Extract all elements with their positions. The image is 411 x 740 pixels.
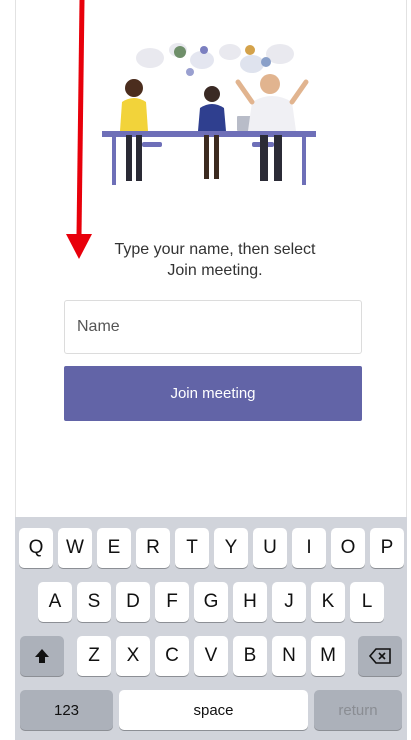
key-s[interactable]: S (77, 582, 111, 622)
key-b[interactable]: B (233, 636, 267, 676)
key-f[interactable]: F (155, 582, 189, 622)
shift-icon (35, 649, 49, 663)
key-t[interactable]: T (175, 528, 209, 568)
backspace-icon (368, 648, 391, 664)
key-l[interactable]: L (350, 582, 384, 622)
key-o[interactable]: O (331, 528, 365, 568)
keyboard-row-1: QWERTYUIOP (15, 528, 407, 572)
key-w[interactable]: W (58, 528, 92, 568)
key-x[interactable]: X (116, 636, 150, 676)
key-k[interactable]: K (311, 582, 345, 622)
join-meeting-button[interactable]: Join meeting (64, 366, 362, 421)
numbers-key[interactable]: 123 (20, 690, 113, 730)
keyboard-row-3: ZXCVBNM (15, 636, 407, 680)
key-u[interactable]: U (253, 528, 287, 568)
key-v[interactable]: V (194, 636, 228, 676)
key-e[interactable]: E (97, 528, 131, 568)
meeting-illustration (102, 43, 316, 185)
key-n[interactable]: N (272, 636, 306, 676)
keyboard-row-2: ASDFGHJKL (15, 582, 407, 626)
key-p[interactable]: P (370, 528, 404, 568)
onscreen-keyboard: QWERTYUIOP ASDFGHJKL ZXCVBNM 123 space r… (15, 517, 407, 740)
key-z[interactable]: Z (77, 636, 111, 676)
keyboard-row-4: 123 space return (15, 690, 407, 734)
instruction-line-1: Type your name, then select (114, 241, 316, 258)
key-r[interactable]: R (136, 528, 170, 568)
key-m[interactable]: M (311, 636, 345, 676)
delete-key[interactable] (358, 636, 402, 676)
key-d[interactable]: D (116, 582, 150, 622)
space-key[interactable]: space (119, 690, 308, 730)
key-h[interactable]: H (233, 582, 267, 622)
key-c[interactable]: C (155, 636, 189, 676)
shift-key[interactable] (20, 636, 64, 676)
key-y[interactable]: Y (214, 528, 248, 568)
key-i[interactable]: I (292, 528, 326, 568)
key-a[interactable]: A (38, 582, 72, 622)
return-key[interactable]: return (314, 690, 402, 730)
key-q[interactable]: Q (19, 528, 53, 568)
name-input[interactable] (64, 300, 362, 354)
key-g[interactable]: G (194, 582, 228, 622)
instruction-line-2: Join meeting. (167, 262, 263, 279)
key-j[interactable]: J (272, 582, 306, 622)
join-instructions: Type your name, then select Join meeting… (85, 239, 345, 281)
